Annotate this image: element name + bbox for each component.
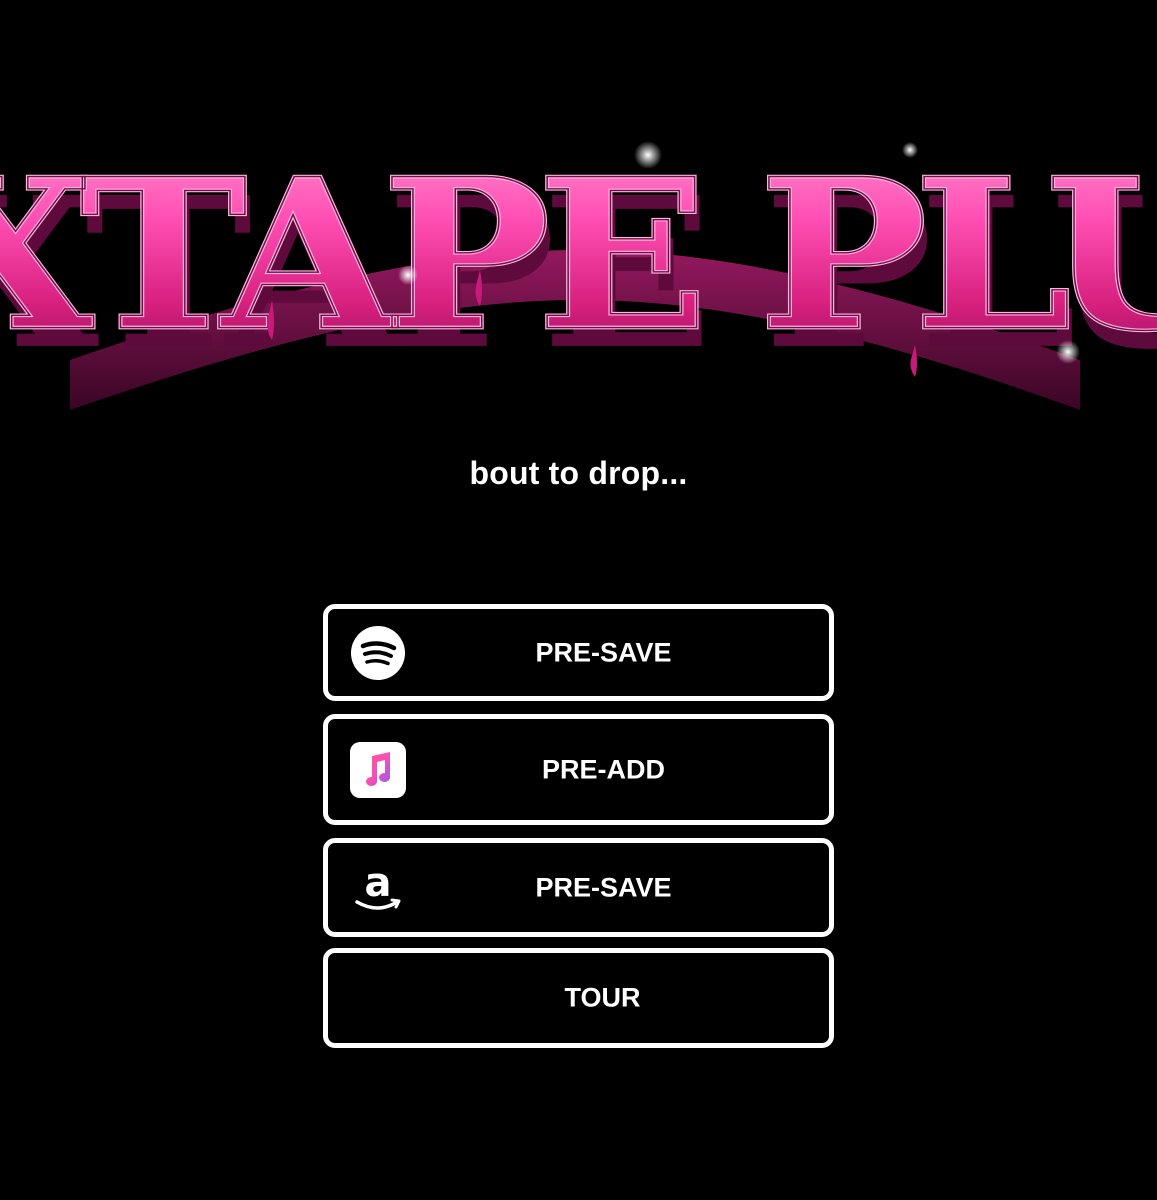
tagline: bout to drop... — [469, 455, 688, 491]
button-label: TOUR — [564, 982, 641, 1013]
svg-text:MIXTAPE PLUTO: MIXTAPE PLUTO — [0, 133, 1157, 376]
spotify-presave-button[interactable]: PRE-SAVE — [323, 604, 834, 701]
apple-music-preadd-button[interactable]: PRE-ADD — [323, 714, 834, 825]
amazon-presave-button[interactable]: a PRE-SAVE — [323, 838, 834, 937]
button-label: PRE-ADD — [541, 754, 665, 784]
button-label: PRE-SAVE — [535, 872, 672, 902]
button-label: PRE-SAVE — [535, 637, 672, 667]
mixtape-pluto-logo: MIXTAPE PLUTO MIXTAPE PLUTO MIXTAPE PLUT… — [0, 0, 1157, 440]
tour-button[interactable]: TOUR — [323, 948, 834, 1048]
